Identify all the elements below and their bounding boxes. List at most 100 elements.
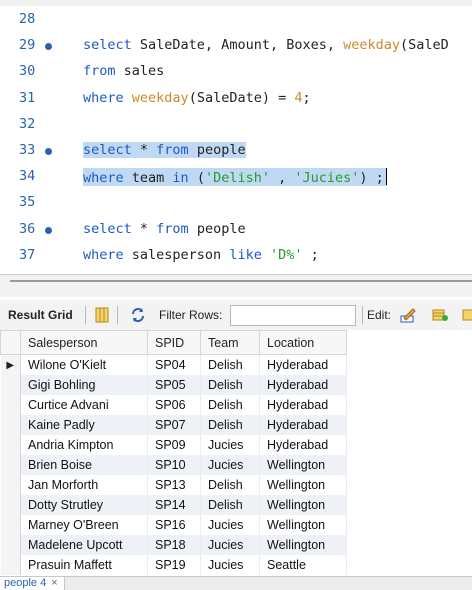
table-cell[interactable]: Delish xyxy=(200,415,260,435)
table-cell[interactable]: Delish xyxy=(200,375,260,395)
table-cell[interactable]: SP13 xyxy=(147,475,201,495)
row-marker[interactable] xyxy=(0,535,21,555)
table-cell[interactable]: Delish xyxy=(200,475,260,495)
code-text[interactable]: select SaleDate, Amount, Boxes, weekday(… xyxy=(83,37,449,53)
row-marker[interactable] xyxy=(0,415,21,435)
code-text[interactable]: where salesperson like 'D%' ; xyxy=(83,247,319,263)
table-cell[interactable]: Andria Kimpton xyxy=(20,435,148,455)
result-grid[interactable]: Salesperson SPID Team Location ▶ Wilone O… xyxy=(0,330,472,576)
table-cell[interactable]: Dotty Strutley xyxy=(20,495,148,515)
editor-line[interactable]: 28 xyxy=(0,8,472,32)
row-marker[interactable] xyxy=(0,375,21,395)
table-cell[interactable]: Jucies xyxy=(200,455,260,475)
table-row[interactable]: Kaine Padly SP07 Delish Hyderabad xyxy=(0,415,347,435)
table-cell[interactable]: SP10 xyxy=(147,455,201,475)
table-row[interactable]: Dotty Strutley SP14 Delish Wellington xyxy=(0,495,347,515)
table-row[interactable]: Marney O'Breen SP16 Jucies Wellington xyxy=(0,515,347,535)
close-tab-icon[interactable]: × xyxy=(51,577,57,589)
table-cell[interactable]: Jucies xyxy=(200,555,260,575)
column-header-salesperson[interactable]: Salesperson xyxy=(20,330,148,355)
grid-layout-icon[interactable] xyxy=(94,307,110,323)
table-cell[interactable]: Seattle xyxy=(259,555,347,575)
add-row-icon[interactable] xyxy=(432,307,448,323)
table-row[interactable]: Prasuin Maffett SP19 Jucies Seattle xyxy=(0,555,347,575)
table-cell[interactable]: Hyderabad xyxy=(259,395,347,415)
editor-line[interactable]: 32 xyxy=(0,113,472,137)
table-row[interactable]: Madelene Upcott SP18 Jucies Wellington xyxy=(0,535,347,555)
table-cell[interactable]: Jucies xyxy=(200,515,260,535)
table-cell[interactable]: SP18 xyxy=(147,535,201,555)
table-cell[interactable]: SP07 xyxy=(147,415,201,435)
table-cell[interactable]: Wellington xyxy=(259,475,347,495)
table-cell[interactable]: Jucies xyxy=(200,435,260,455)
table-cell[interactable]: Jan Morforth xyxy=(20,475,148,495)
editor-line[interactable]: 31 where weekday(SaleDate) = 4; xyxy=(0,87,472,111)
table-cell[interactable]: Wellington xyxy=(259,455,347,475)
row-marker[interactable] xyxy=(0,455,21,475)
table-cell[interactable]: Hyderabad xyxy=(259,435,347,455)
table-row[interactable]: Jan Morforth SP13 Delish Wellington xyxy=(0,475,347,495)
table-cell[interactable]: Hyderabad xyxy=(259,415,347,435)
panel-splitter[interactable] xyxy=(0,274,472,297)
table-row[interactable]: Andria Kimpton SP09 Jucies Hyderabad xyxy=(0,435,347,455)
table-cell[interactable]: Prasuin Maffett xyxy=(20,555,148,575)
row-marker[interactable] xyxy=(0,555,21,575)
row-marker[interactable] xyxy=(0,435,21,455)
row-marker[interactable]: ▶ xyxy=(0,354,21,375)
table-cell[interactable]: Madelene Upcott xyxy=(20,535,148,555)
editor-line[interactable]: 37 where salesperson like 'D%' ; xyxy=(0,244,472,268)
table-cell[interactable]: SP06 xyxy=(147,395,201,415)
editor-line[interactable]: 29 select SaleDate, Amount, Boxes, weekda… xyxy=(0,34,472,58)
edit-row-icon[interactable] xyxy=(400,307,416,323)
table-row[interactable]: Curtice Advani SP06 Delish Hyderabad xyxy=(0,395,347,415)
editor-line[interactable]: 34 where team in ('Delish' , 'Jucies') ; xyxy=(0,165,472,189)
row-marker[interactable] xyxy=(0,395,21,415)
result-tab[interactable]: people 4 × xyxy=(0,577,65,590)
editor-line[interactable]: 33 select * from people xyxy=(0,139,472,163)
table-cell[interactable]: Brien Boise xyxy=(20,455,148,475)
table-row[interactable]: Gigi Bohling SP05 Delish Hyderabad xyxy=(0,375,347,395)
row-marker[interactable] xyxy=(0,475,21,495)
column-header-location[interactable]: Location xyxy=(259,330,347,355)
table-row[interactable]: Brien Boise SP10 Jucies Wellington xyxy=(0,455,347,475)
table-cell[interactable]: SP14 xyxy=(147,495,201,515)
table-cell[interactable]: Wilone O'Kielt xyxy=(20,354,148,375)
code-text[interactable]: select * from people xyxy=(83,142,246,158)
table-row[interactable]: ▶ Wilone O'Kielt SP04 Delish Hyderabad xyxy=(0,354,347,375)
row-marker[interactable] xyxy=(0,495,21,515)
row-marker[interactable] xyxy=(0,515,21,535)
table-cell[interactable]: Curtice Advani xyxy=(20,395,148,415)
splitter-grip[interactable] xyxy=(10,280,472,282)
table-cell[interactable]: Wellington xyxy=(259,515,347,535)
delete-row-icon[interactable] xyxy=(462,307,472,323)
table-cell[interactable]: Delish xyxy=(200,395,260,415)
refresh-icon[interactable] xyxy=(130,307,146,323)
code-text[interactable]: select * from people xyxy=(83,221,246,237)
table-cell[interactable]: Hyderabad xyxy=(259,375,347,395)
table-cell[interactable]: Jucies xyxy=(200,535,260,555)
result-grid-label[interactable]: Result Grid xyxy=(8,308,73,322)
table-cell[interactable]: SP16 xyxy=(147,515,201,535)
table-cell[interactable]: SP05 xyxy=(147,375,201,395)
code-text[interactable]: where weekday(SaleDate) = 4; xyxy=(83,90,311,106)
table-cell[interactable]: Gigi Bohling xyxy=(20,375,148,395)
editor-line[interactable]: 35 xyxy=(0,191,472,215)
editor-line[interactable]: 30 from sales xyxy=(0,60,472,84)
table-cell[interactable]: Delish xyxy=(200,354,260,375)
table-cell[interactable]: Marney O'Breen xyxy=(20,515,148,535)
column-header-team[interactable]: Team xyxy=(200,330,260,355)
table-cell[interactable]: Delish xyxy=(200,495,260,515)
table-cell[interactable]: Wellington xyxy=(259,535,347,555)
table-cell[interactable]: Hyderabad xyxy=(259,354,347,375)
editor-line[interactable]: 36 select * from people xyxy=(0,218,472,242)
table-cell[interactable]: SP09 xyxy=(147,435,201,455)
sql-editor[interactable]: 28 29 select SaleDate, Amount, Boxes, week… xyxy=(0,6,472,274)
table-cell[interactable]: Wellington xyxy=(259,495,347,515)
column-header-spid[interactable]: SPID xyxy=(147,330,201,355)
code-text[interactable]: from sales xyxy=(83,63,164,79)
table-cell[interactable]: SP19 xyxy=(147,555,201,575)
code-text[interactable]: where team in ('Delish' , 'Jucies') ; xyxy=(83,168,387,187)
table-cell[interactable]: SP04 xyxy=(147,354,201,375)
filter-rows-input[interactable] xyxy=(230,305,356,326)
table-cell[interactable]: Kaine Padly xyxy=(20,415,148,435)
